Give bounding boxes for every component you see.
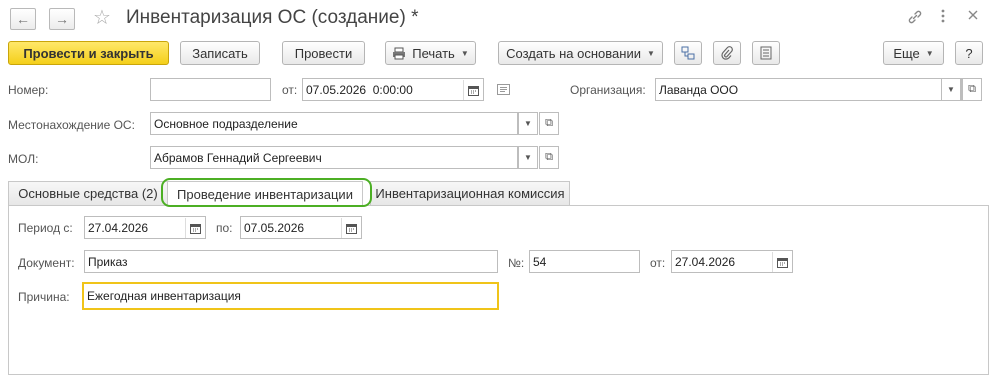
mol-label: МОЛ: — [8, 152, 39, 166]
back-button[interactable]: ← — [10, 8, 36, 30]
calendar-icon[interactable] — [772, 252, 791, 272]
date-label: от: — [282, 83, 298, 97]
more-label: Еще — [893, 45, 920, 61]
post-button[interactable]: Провести — [282, 41, 365, 65]
comment-icon[interactable] — [497, 84, 510, 98]
more-button[interactable]: Еще ▼ — [883, 41, 944, 65]
highlight-outline — [161, 178, 372, 207]
chevron-down-icon: ▼ — [524, 119, 532, 128]
period-to-field[interactable]: 07.05.2026 — [240, 216, 362, 239]
organization-value: Лаванда ООО — [659, 83, 739, 97]
window-title: Инвентаризация ОС (создание) * — [126, 7, 419, 28]
attach-button[interactable] — [713, 41, 741, 65]
period-from-field[interactable]: 27.04.2026 — [84, 216, 206, 239]
printer-icon — [392, 47, 406, 60]
date-field[interactable]: 07.05.2026 0:00:00 — [302, 78, 484, 101]
organization-label: Организация: — [570, 83, 646, 97]
print-button[interactable]: Печать ▼ — [385, 41, 476, 65]
save-button[interactable]: Записать — [180, 41, 260, 65]
forward-button[interactable]: → — [49, 8, 75, 30]
forward-arrow-icon: → — [55, 11, 69, 27]
organization-field[interactable]: Лаванда ООО — [655, 78, 962, 101]
calendar-icon[interactable] — [463, 80, 482, 100]
chevron-down-icon: ▼ — [925, 48, 934, 58]
location-label: Местонахождение ОС: — [8, 118, 135, 132]
more-vertical-icon[interactable] — [941, 9, 945, 27]
link-icon[interactable] — [907, 9, 923, 29]
tab-fixed-assets[interactable]: Основные средства (2) — [8, 181, 168, 205]
mol-field[interactable]: Абрамов Геннадий Сергеевич — [150, 146, 518, 169]
period-from-label: Период с: — [18, 221, 73, 235]
document-label: Документ: — [18, 256, 75, 270]
date-value: 07.05.2026 0:00:00 — [306, 83, 413, 97]
organization-open-button[interactable]: ⧉ — [962, 78, 982, 101]
open-form-icon: ⧉ — [545, 117, 553, 129]
doc-date-label: от: — [650, 256, 666, 270]
doc-number-field[interactable]: 54 — [529, 250, 640, 273]
close-icon[interactable] — [967, 8, 979, 25]
post-and-close-button[interactable]: Провести и закрыть — [8, 41, 169, 65]
location-open-button[interactable]: ⧉ — [539, 112, 559, 135]
doc-date-value: 27.04.2026 — [675, 255, 736, 269]
location-value: Основное подразделение — [154, 117, 298, 131]
chevron-down-icon: ▼ — [646, 48, 655, 58]
doc-date-field[interactable]: 27.04.2026 — [671, 250, 793, 273]
tab-inventory-commission[interactable]: Инвентаризационная комиссия — [370, 181, 570, 205]
mol-dropdown[interactable]: ▼ — [518, 146, 538, 169]
chevron-down-icon: ▼ — [947, 85, 955, 94]
calendar-icon[interactable] — [341, 218, 360, 238]
document-field[interactable]: Приказ — [84, 250, 498, 273]
create-based-label: Создать на основании — [506, 45, 641, 61]
reason-label: Причина: — [18, 290, 70, 304]
period-from-value: 27.04.2026 — [88, 221, 149, 235]
period-to-value: 07.05.2026 — [244, 221, 305, 235]
location-dropdown[interactable]: ▼ — [518, 112, 538, 135]
location-field[interactable]: Основное подразделение — [150, 112, 518, 135]
print-label: Печать — [412, 45, 455, 61]
number-label: Номер: — [8, 83, 49, 97]
document-list-icon — [760, 46, 772, 60]
chevron-down-icon: ▼ — [460, 48, 469, 58]
favorite-star-icon[interactable]: ☆ — [93, 5, 111, 30]
mol-value: Абрамов Геннадий Сергеевич — [154, 151, 322, 165]
period-to-label: по: — [216, 221, 233, 235]
organization-dropdown[interactable]: ▼ — [941, 78, 961, 101]
help-button[interactable]: ? — [955, 41, 983, 65]
open-form-icon: ⧉ — [968, 83, 976, 95]
report-button[interactable] — [752, 41, 780, 65]
create-based-on-button[interactable]: Создать на основании ▼ — [498, 41, 663, 65]
structure-button[interactable] — [674, 41, 702, 65]
open-form-icon: ⧉ — [545, 151, 553, 163]
calendar-icon[interactable] — [185, 218, 204, 238]
hierarchy-icon — [681, 46, 695, 60]
number-field[interactable] — [150, 78, 271, 101]
chevron-down-icon: ▼ — [524, 153, 532, 162]
reason-field[interactable]: Ежегодная инвентаризация — [82, 282, 499, 310]
doc-number-label: №: — [508, 256, 525, 270]
mol-open-button[interactable]: ⧉ — [539, 146, 559, 169]
paperclip-icon — [721, 46, 733, 60]
back-arrow-icon: ← — [16, 11, 30, 27]
